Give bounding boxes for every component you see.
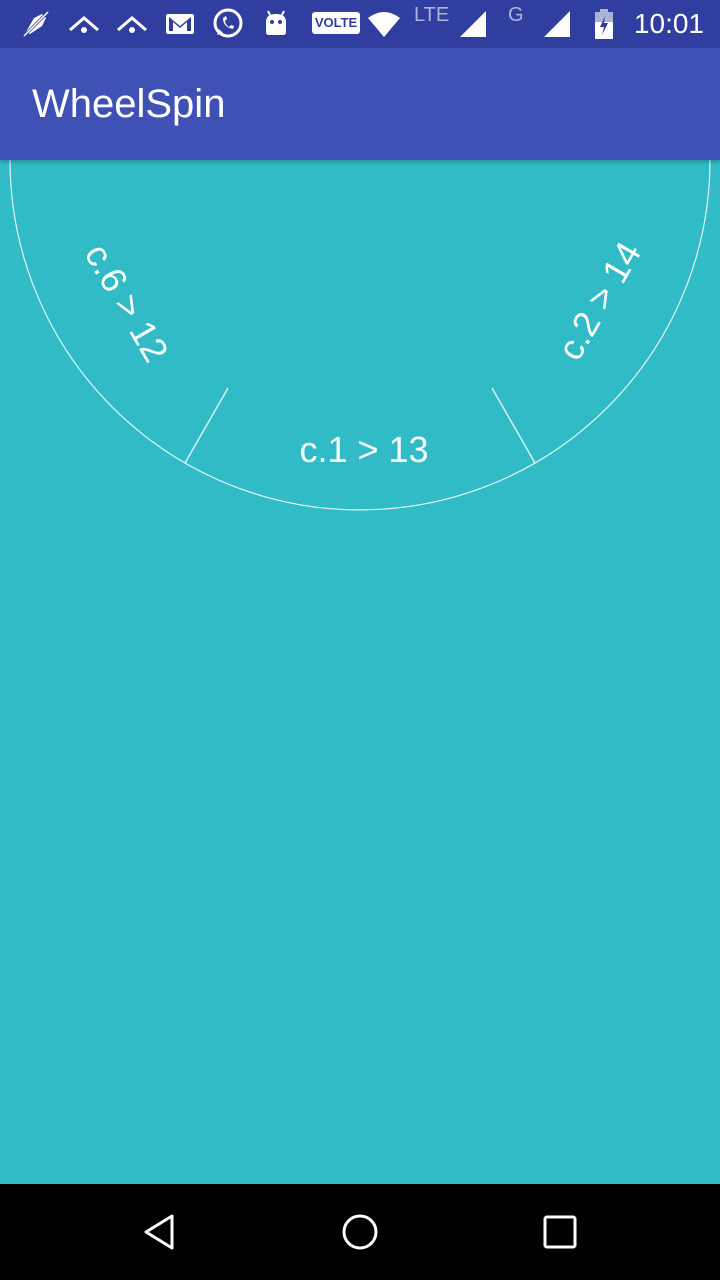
app-title: WheelSpin <box>32 82 226 126</box>
app-bar: WheelSpin <box>0 48 720 160</box>
wifi-icon <box>366 0 402 48</box>
whatsapp-icon <box>210 0 246 48</box>
segment-divider <box>491 387 536 464</box>
signal-hat-icon <box>66 0 102 48</box>
wheel[interactable]: c.6 > 12 c.1 > 13 c.2 > 14 <box>0 160 720 1184</box>
battery-charging-icon <box>590 0 618 48</box>
segment-divider <box>184 387 229 464</box>
g-label: G <box>508 4 524 26</box>
android-icon <box>260 0 292 48</box>
segment-label-c2[interactable]: c.2 > 14 <box>549 235 649 367</box>
silent-icon <box>18 0 54 48</box>
signal-hat-icon <box>114 0 150 48</box>
back-icon[interactable] <box>100 1184 220 1280</box>
home-icon[interactable] <box>300 1184 420 1280</box>
segment-label-c6[interactable]: c.6 > 12 <box>77 237 177 369</box>
volte-icon: VOLTE <box>312 12 360 34</box>
recents-icon[interactable] <box>500 1184 620 1280</box>
g-signal-icon <box>540 0 574 48</box>
segment-label-c1[interactable]: c.1 > 13 <box>299 429 428 470</box>
navigation-bar <box>0 1184 720 1280</box>
status-bar: VOLTE LTE G 10:01 <box>0 0 720 48</box>
gmail-icon <box>164 0 196 48</box>
lte-signal-icon <box>456 0 490 48</box>
main-content: c.6 > 12 c.1 > 13 c.2 > 14 <box>0 160 720 1184</box>
status-time: 10:01 <box>633 8 704 39</box>
lte-label: LTE <box>414 4 450 26</box>
